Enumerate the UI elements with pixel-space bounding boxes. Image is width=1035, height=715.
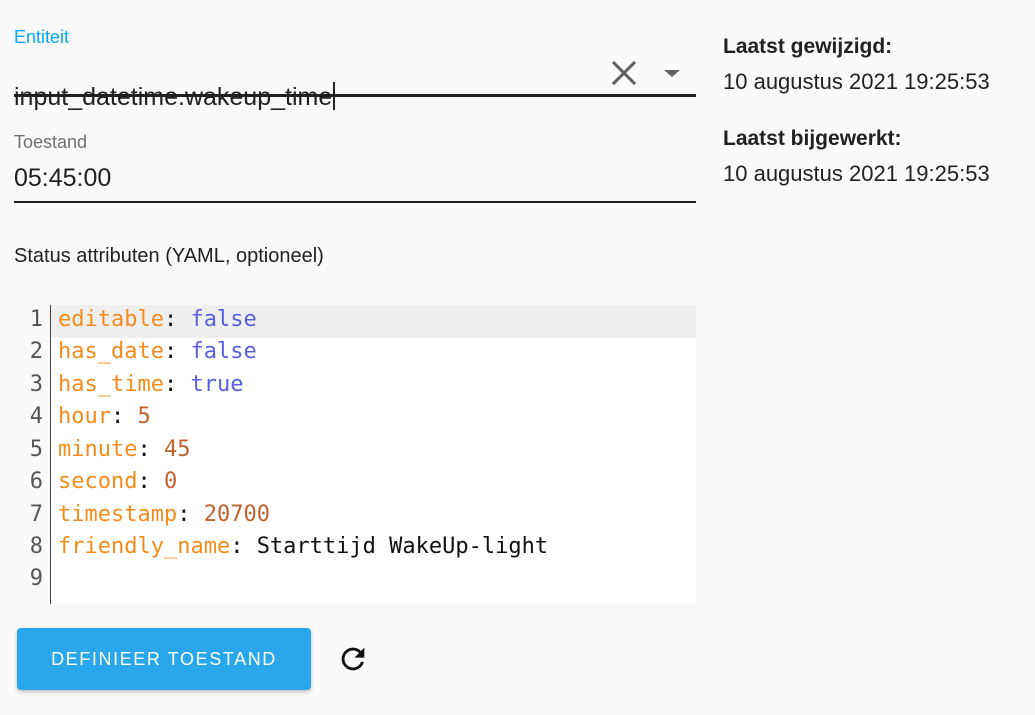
line-number: 3 <box>29 372 43 397</box>
entity-field-underline <box>14 94 696 97</box>
yaml-value: true <box>190 372 244 397</box>
yaml-value: 5 <box>137 404 151 429</box>
arrow-drop-down-icon[interactable] <box>662 64 682 84</box>
yaml-value: 0 <box>163 469 178 494</box>
line-number: 7 <box>29 502 43 527</box>
line-number: 1 <box>29 307 43 332</box>
yaml-key: timestamp <box>58 502 178 527</box>
yaml-value: false <box>190 339 257 364</box>
code-line[interactable]: friendly_name: Starttijd WakeUp-light <box>58 534 548 559</box>
code-line[interactable]: timestamp: 20700 <box>58 502 270 527</box>
developer-tools-states-panel: Entiteit input_datetime.wakeup_time Toes… <box>0 0 1035 715</box>
entity-input[interactable]: input_datetime.wakeup_time <box>14 82 336 112</box>
yaml-value: false <box>190 307 257 332</box>
yaml-key: hour <box>58 404 111 429</box>
last-updated-label: Laatst bijgewerkt: <box>723 127 902 150</box>
entity-input-value: input_datetime.wakeup_time <box>14 83 333 111</box>
clear-icon[interactable] <box>610 59 638 87</box>
code-line[interactable]: minute: 45 <box>58 437 190 462</box>
line-number: 8 <box>29 534 43 559</box>
code-line[interactable]: hour: 5 <box>58 404 151 429</box>
state-field[interactable]: Toestand 05:45:00 <box>14 128 696 204</box>
code-line[interactable]: has_date: false <box>58 339 257 364</box>
yaml-key: second <box>58 469 138 494</box>
yaml-value: 20700 <box>203 502 270 527</box>
line-number: 6 <box>29 469 43 494</box>
last-changed-label: Laatst gewijzigd: <box>723 35 893 58</box>
code-line[interactable]: has_time: true <box>58 372 243 397</box>
entity-field-label: Entiteit <box>14 27 70 47</box>
code-area[interactable]: editable: false has_date: false has_time… <box>51 305 696 604</box>
line-number: 2 <box>29 339 43 364</box>
refresh-icon[interactable] <box>336 642 370 676</box>
yaml-key: has_date <box>58 339 164 364</box>
set-state-button[interactable]: DEFINIEER TOESTAND <box>17 628 311 690</box>
yaml-key: minute <box>58 437 138 462</box>
state-field-label: Toestand <box>14 132 88 152</box>
yaml-key: editable <box>58 307 164 332</box>
yaml-code-editor[interactable]: 1 2 3 4 5 6 7 8 9 editable: false has_da… <box>14 305 696 604</box>
yaml-value: Starttijd WakeUp-light <box>256 534 549 559</box>
line-number: 4 <box>29 404 43 429</box>
attributes-label: Status attributen (YAML, optioneel) <box>14 245 324 267</box>
line-number: 5 <box>29 437 43 462</box>
yaml-value: 45 <box>163 437 191 462</box>
state-field-underline <box>14 201 696 203</box>
last-changed-value: 10 augustus 2021 19:25:53 <box>723 69 990 94</box>
line-number: 9 <box>29 566 43 591</box>
entity-field[interactable]: Entiteit input_datetime.wakeup_time <box>14 24 696 111</box>
yaml-key: has_time <box>58 372 164 397</box>
yaml-key: friendly_name <box>58 534 231 559</box>
code-line[interactable]: editable: false <box>58 307 257 332</box>
code-line[interactable]: second: 0 <box>58 469 177 494</box>
line-number-gutter: 1 2 3 4 5 6 7 8 9 <box>14 305 51 604</box>
last-updated-value: 10 augustus 2021 19:25:53 <box>723 161 990 186</box>
state-input[interactable]: 05:45:00 <box>14 164 111 193</box>
